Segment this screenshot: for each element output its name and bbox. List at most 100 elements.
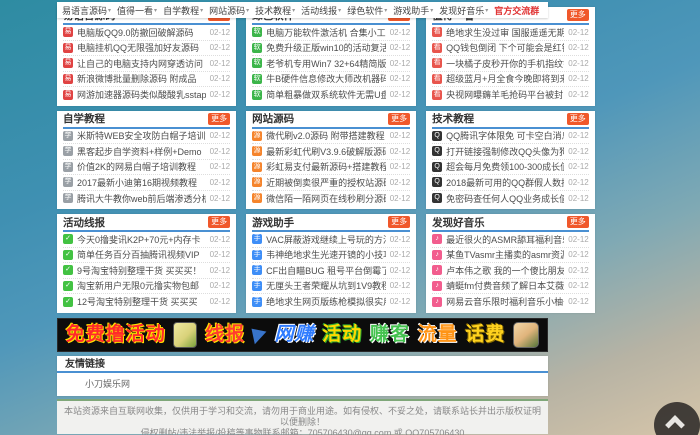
item-title[interactable]: 免密码查任何人QQ业务成长值 [446, 192, 564, 205]
item-title[interactable]: CF出自瞄BUG 租号平台倒霉了 [266, 264, 386, 277]
list-item[interactable]: 软 电脑万能软件激活机 合集小工具 02-12 [252, 25, 410, 41]
item-title[interactable]: 最新彩虹代刷V3.9.6破解版源码 [266, 145, 386, 158]
item-title[interactable]: 2017最新小迪第16期视频教程 [77, 176, 206, 189]
more-button[interactable]: 更多 [567, 113, 589, 125]
item-title[interactable]: 新浪微博批量删除源码 附成品 [77, 72, 206, 85]
item-title[interactable]: 彩虹易支付最新源码+搭建教程 [266, 160, 386, 173]
more-button[interactable]: 更多 [567, 9, 589, 21]
nav-item[interactable]: 活动线报▾ [301, 4, 341, 17]
item-title[interactable]: 电脑版QQ9.0防撤回破解源码 [77, 26, 206, 39]
item-title[interactable]: 近期被倒卖很严重的授权站源码 [266, 176, 386, 189]
item-title[interactable]: 简单任务百分百抽腾讯视频VIP [77, 248, 206, 261]
promo-banner[interactable]: 免费撸活动线报网赚活动赚客流量话费 [57, 318, 548, 352]
item-title[interactable]: 让自己的电脑支持内网穿透访问 [77, 57, 206, 70]
list-item[interactable]: 看 QQ钱包倒闭 下个可能会是红钻 02-12 [432, 41, 589, 57]
list-item[interactable]: 源 微信陌一陌网页在线秒刷分源码 02-12 [252, 191, 410, 207]
nav-item[interactable]: 自学教程▾ [163, 4, 203, 17]
more-button[interactable]: 更多 [567, 216, 589, 228]
item-title[interactable]: 9号淘宝特别整理干货 买买买！ [77, 264, 206, 277]
item-title[interactable]: 2018最新可用的QQ群假人数据 [446, 176, 564, 189]
item-title[interactable]: 绝地求生没过审 国服遥遥无期 [446, 26, 564, 39]
list-item[interactable]: 学 价值2K的网易白帽子培训教程 02-12 [63, 160, 230, 176]
item-title[interactable]: 微信陌一陌网页在线秒刷分源码 [266, 192, 386, 205]
list-item[interactable]: 手 CF出自瞄BUG 租号平台倒霉了 02-12 [252, 263, 410, 279]
nav-item[interactable]: 官方交流群 [494, 4, 539, 17]
list-item[interactable]: Q 免密码查任何人QQ业务成长值 02-12 [432, 191, 589, 207]
list-item[interactable]: Q 超会每月免费领100-300成长值 02-12 [432, 160, 589, 176]
list-item[interactable]: ♪ 最近很火的ASMR舔耳福利音乐 02-12 [432, 232, 589, 248]
more-button[interactable]: 更多 [208, 216, 230, 228]
list-item[interactable]: ✓ 9号淘宝特别整理干货 买买买！ 02-12 [63, 263, 230, 279]
nav-item[interactable]: 网站源码▾ [209, 4, 249, 17]
list-item[interactable]: 学 2017最新小迪第16期视频教程 02-12 [63, 175, 230, 191]
list-item[interactable]: 学 黑客起步自学资料+样例+Demo 02-12 [63, 144, 230, 160]
back-to-top-button[interactable] [654, 402, 700, 435]
list-item[interactable]: 手 韦神绝地求生光速开镜的小技巧 02-12 [252, 248, 410, 264]
item-title[interactable]: 淘宝新用户无限0元撸实物包邮 [77, 279, 206, 292]
list-item[interactable]: 学 腾讯大牛教你web前后端渗透分析 02-12 [63, 191, 230, 207]
list-item[interactable]: 手 绝地求生网页版练枪模拟很实用 02-12 [252, 294, 410, 310]
list-item[interactable]: 易 网游加速器源码类似酸酸乳sstap 02-12 [63, 87, 230, 103]
list-item[interactable]: ♪ 网易云音乐限时福利音乐小柚子 02-12 [432, 294, 589, 310]
item-title[interactable]: QQ腾讯字体限免 可卡空白消息 [446, 129, 564, 142]
list-item[interactable]: 看 超级蓝月+月全食今晚即将到来 02-12 [432, 72, 589, 88]
item-title[interactable]: 牛B硬件信息修改大师改机器码 [266, 72, 386, 85]
list-item[interactable]: 手 VAC屏蔽游戏继续上号玩的方法 02-12 [252, 232, 410, 248]
item-title[interactable]: 央视网曝薅羊毛抢码平台被封 [446, 88, 564, 101]
item-title[interactable]: 卢本伟之歌 我的一个傻比朋友 [446, 264, 564, 277]
list-item[interactable]: 软 老爷机专用Win7 32+64精简版 02-12 [252, 56, 410, 72]
list-item[interactable]: ♪ 卢本伟之歌 我的一个傻比朋友 02-12 [432, 263, 589, 279]
list-item[interactable]: 软 简单粗暴做双系统软件无需U盘 02-12 [252, 87, 410, 103]
list-item[interactable]: 易 让自己的电脑支持内网穿透访问 02-12 [63, 56, 230, 72]
item-title[interactable]: 电脑挂机QQ无限强加好友源码 [77, 41, 206, 54]
item-title[interactable]: 韦神绝地求生光速开镜的小技巧 [266, 248, 386, 261]
item-title[interactable]: VAC屏蔽游戏继续上号玩的方法 [266, 233, 386, 246]
list-item[interactable]: 易 电脑挂机QQ无限强加好友源码 02-12 [63, 41, 230, 57]
item-title[interactable]: 打开链接强制修改QQ头像为狗 [446, 145, 564, 158]
item-title[interactable]: 某鱼TVasmr主播卖的asmr资源 [446, 248, 564, 261]
nav-item[interactable]: 发现好音乐▾ [439, 4, 488, 17]
list-item[interactable]: 源 彩虹易支付最新源码+搭建教程 02-12 [252, 160, 410, 176]
list-item[interactable]: ♪ 蜻蜓fm付费音频了解日本艾薇界 02-12 [432, 279, 589, 295]
item-title[interactable]: 老爷机专用Win7 32+64精简版 [266, 57, 386, 70]
item-title[interactable]: 黑客起步自学资料+样例+Demo [77, 145, 206, 158]
item-title[interactable]: 米斯特WEB安全攻防白帽子培训篇 [77, 129, 206, 142]
list-item[interactable]: 看 央视网曝薅羊毛抢码平台被封 02-12 [432, 87, 589, 103]
list-item[interactable]: 易 新浪微博批量删除源码 附成品 02-12 [63, 72, 230, 88]
item-title[interactable]: 最近很火的ASMR舔耳福利音乐 [446, 233, 564, 246]
item-title[interactable]: 免费升级正版win10的活动复活 [266, 41, 386, 54]
item-title[interactable]: 电脑万能软件激活机 合集小工具 [266, 26, 386, 39]
list-item[interactable]: Q 打开链接强制修改QQ头像为狗 02-12 [432, 144, 589, 160]
nav-item[interactable]: 易语言源码▾ [62, 4, 111, 17]
list-item[interactable]: ✓ 今天0撸斐讯K2P+70元+内存卡 02-12 [63, 232, 230, 248]
list-item[interactable]: 软 牛B硬件信息修改大师改机器码 02-12 [252, 72, 410, 88]
more-button[interactable]: 更多 [388, 216, 410, 228]
list-item[interactable]: 学 米斯特WEB安全攻防白帽子培训篇 02-12 [63, 129, 230, 145]
more-button[interactable]: 更多 [208, 113, 230, 125]
list-item[interactable]: ✓ 12号淘宝特别整理干货 买买买 02-12 [63, 294, 230, 310]
item-title[interactable]: 无厘头王者荣耀从坑到1V9教程 [266, 279, 386, 292]
list-item[interactable]: ✓ 简单任务百分百抽腾讯视频VIP 02-12 [63, 248, 230, 264]
nav-item[interactable]: 技术教程▾ [255, 4, 295, 17]
list-item[interactable]: Q 2018最新可用的QQ群假人数据 02-12 [432, 175, 589, 191]
list-item[interactable]: 易 电脑版QQ9.0防撤回破解源码 02-12 [63, 25, 230, 41]
list-item[interactable]: ✓ 淘宝新用户无限0元撸实物包邮 02-12 [63, 279, 230, 295]
list-item[interactable]: 源 微代刷v2.0源码 附带搭建教程 02-12 [252, 129, 410, 145]
item-title[interactable]: 超级蓝月+月全食今晚即将到来 [446, 72, 564, 85]
item-title[interactable]: 绝地求生网页版练枪模拟很实用 [266, 295, 386, 308]
item-title[interactable]: 超会每月免费领100-300成长值 [446, 160, 564, 173]
item-title[interactable]: QQ钱包倒闭 下个可能会是红钻 [446, 41, 564, 54]
friend-link[interactable]: 小刀娱乐网 [85, 379, 130, 389]
item-title[interactable]: 12号淘宝特别整理干货 买买买 [77, 295, 206, 308]
nav-item[interactable]: 值得一看▾ [117, 4, 157, 17]
list-item[interactable]: 源 最新彩虹代刷V3.9.6破解版源码 02-12 [252, 144, 410, 160]
item-title[interactable]: 网游加速器源码类似酸酸乳sstap [77, 88, 206, 101]
item-title[interactable]: 微代刷v2.0源码 附带搭建教程 [266, 129, 386, 142]
list-item[interactable]: 看 一块橘子皮秒开你的手机指纹锁 02-12 [432, 56, 589, 72]
item-title[interactable]: 价值2K的网易白帽子培训教程 [77, 160, 206, 173]
list-item[interactable]: Q QQ腾讯字体限免 可卡空白消息 02-12 [432, 129, 589, 145]
nav-item[interactable]: 绿色软件▾ [347, 4, 387, 17]
more-button[interactable]: 更多 [388, 113, 410, 125]
item-title[interactable]: 今天0撸斐讯K2P+70元+内存卡 [77, 233, 206, 246]
list-item[interactable]: 源 近期被倒卖很严重的授权站源码 02-12 [252, 175, 410, 191]
